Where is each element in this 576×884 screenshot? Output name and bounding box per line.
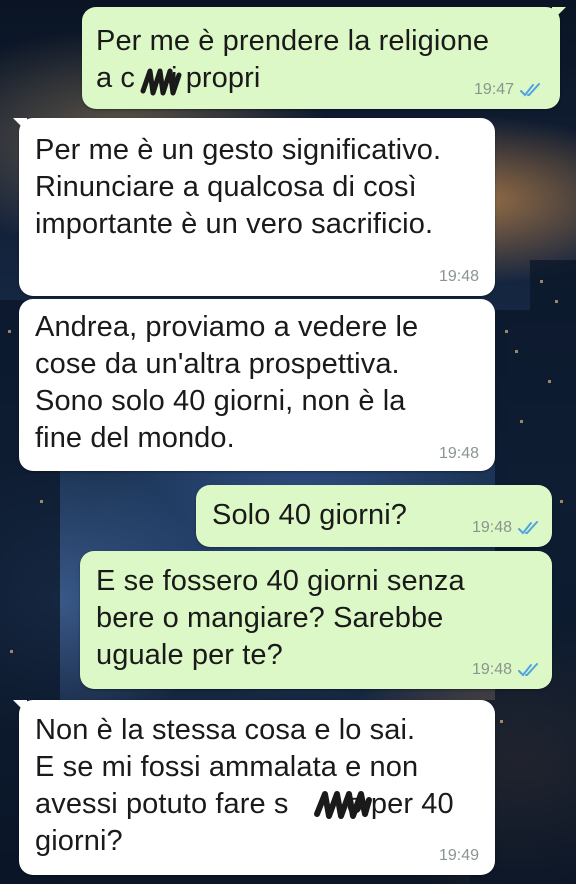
message-meta: 19:47 [474, 81, 542, 99]
redaction-scribble [314, 791, 372, 819]
message-text: E se fossero 40 giorni senza bere o mang… [96, 565, 465, 671]
message-meta: 19:48 [472, 519, 540, 537]
message-meta: 19:48 [439, 268, 479, 286]
bubble-tail [552, 7, 566, 21]
double-check-icon [520, 83, 540, 97]
double-check-icon [518, 663, 538, 677]
message-time: 19:48 [438, 445, 479, 462]
message-time: 19:48 [471, 519, 512, 536]
message-text: Andrea, proviamo a vedere le cose da un'… [35, 311, 419, 454]
message-bubble-outgoing[interactable]: E se fossero 40 giorni senza bere o mang… [80, 551, 552, 689]
message-text: Per me è un gesto significativo. Rinunci… [35, 134, 442, 240]
message-meta: 19:48 [439, 445, 479, 463]
message-meta: 19:48 [472, 661, 540, 679]
message-time: 19:48 [438, 268, 479, 285]
redaction-scribble [140, 68, 182, 96]
message-bubble-incoming[interactable]: Per me è un gesto significativo. Rinunci… [19, 118, 495, 296]
message-bubble-outgoing[interactable]: Per me è prendere la religione a ci prop… [82, 7, 560, 109]
message-text: Non è la stessa cosa e lo sai. E se mi f… [35, 714, 454, 857]
message-bubble-outgoing[interactable]: Solo 40 giorni? 19:48 [196, 485, 552, 547]
double-check-icon [518, 521, 538, 535]
bubble-tail [13, 118, 27, 132]
bubble-tail [13, 700, 27, 714]
message-time: 19:47 [473, 81, 514, 98]
message-text: Solo 40 giorni? [212, 499, 407, 531]
message-bubble-incoming[interactable]: Non è la stessa cosa e lo sai. E se mi f… [19, 700, 495, 875]
message-bubble-incoming[interactable]: Andrea, proviamo a vedere le cose da un'… [19, 299, 495, 471]
message-time: 19:48 [471, 661, 512, 678]
message-time: 19:49 [438, 847, 479, 864]
message-meta: 19:49 [439, 847, 479, 865]
